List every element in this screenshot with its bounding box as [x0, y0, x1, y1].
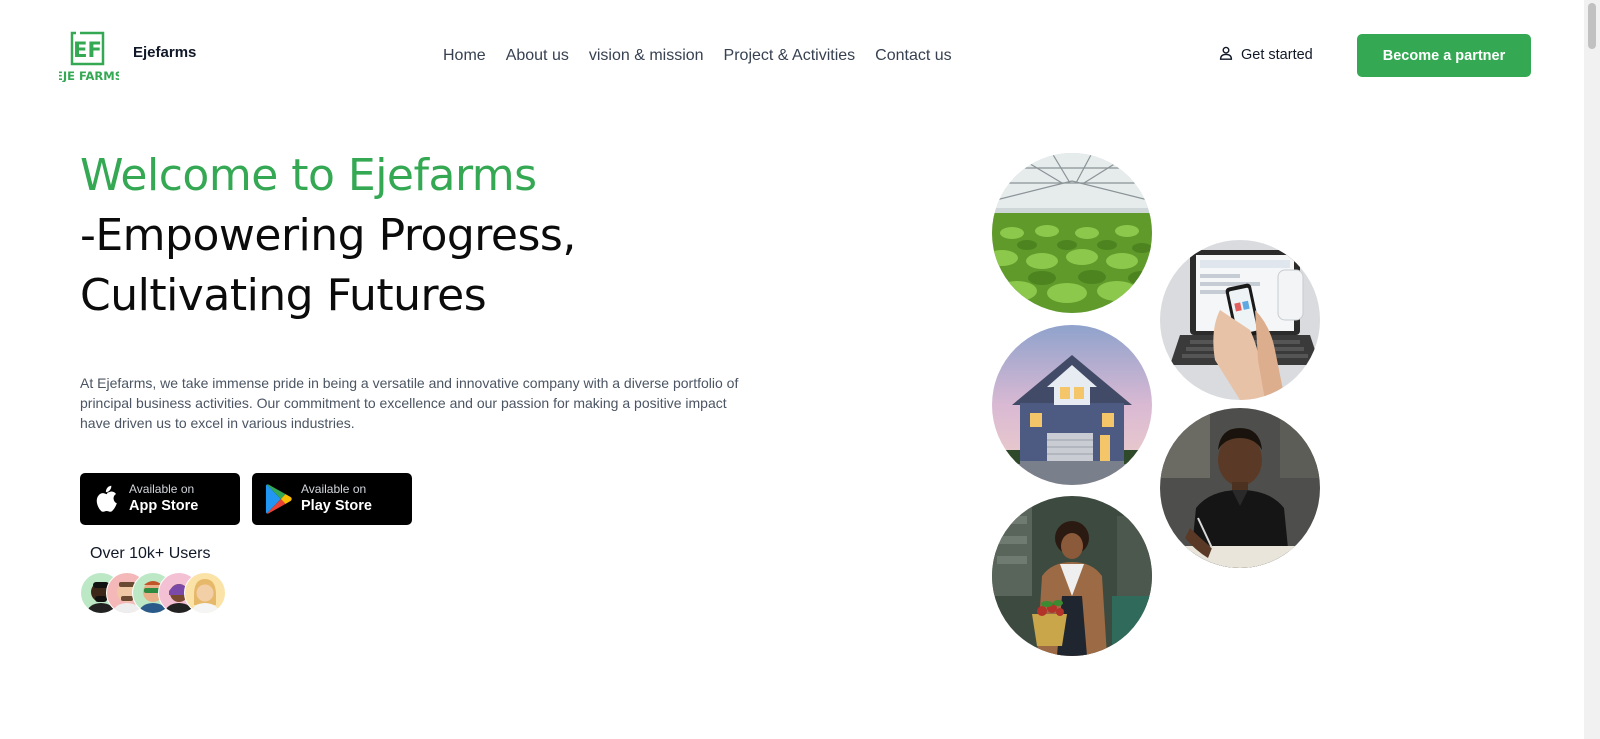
brand-logo[interactable]: EF EJE FARMS [55, 30, 123, 83]
hero-title: Welcome to Ejefarms -Empowering Progress… [80, 146, 576, 326]
apple-icon [93, 484, 121, 514]
greenhouse-photo [992, 153, 1152, 313]
hero-title-line-1: Welcome to Ejefarms [80, 150, 537, 201]
google-play-icon [265, 484, 293, 514]
play-store-button[interactable]: Available on Play Store [252, 473, 412, 525]
nav-item-projects-activities[interactable]: Project & Activities [724, 46, 856, 66]
laptop-phone-photo [1160, 240, 1320, 400]
nav-item-home[interactable]: Home [443, 46, 486, 66]
nav-item-vision-mission[interactable]: vision & mission [589, 46, 704, 66]
get-started-link[interactable]: Get started [1219, 46, 1313, 64]
brand-name[interactable]: Ejefarms [133, 44, 196, 61]
become-partner-button[interactable]: Become a partner [1357, 34, 1531, 77]
woman-shopping-photo [992, 496, 1152, 656]
play-store-available: Available on [301, 482, 367, 496]
svg-text:EF: EF [73, 38, 102, 62]
users-count-label: Over 10k+ Users [90, 545, 211, 562]
businessman-photo [1160, 408, 1320, 568]
page-scrollbar[interactable] [1584, 0, 1600, 739]
app-store-button[interactable]: Available on App Store [80, 473, 240, 525]
svg-text:EJE FARMS: EJE FARMS [59, 69, 119, 82]
main-nav: Home About us vision & mission Project &… [443, 46, 972, 66]
avatar [184, 572, 226, 614]
play-store-label: Play Store [301, 498, 372, 514]
user-icon [1219, 46, 1233, 64]
hero-title-line-3: Cultivating Futures [80, 270, 487, 321]
hero-title-line-2: -Empowering Progress, [80, 210, 576, 261]
nav-item-contact-us[interactable]: Contact us [875, 46, 951, 66]
hero-description: At Ejefarms, we take immense pride in be… [80, 375, 739, 431]
nav-item-about-us[interactable]: About us [506, 46, 569, 66]
scrollbar-thumb[interactable] [1588, 3, 1596, 49]
get-started-label: Get started [1241, 47, 1313, 63]
app-store-available: Available on [129, 482, 195, 496]
user-avatars [80, 572, 240, 614]
app-store-label: App Store [129, 498, 199, 514]
house-photo [992, 325, 1152, 485]
